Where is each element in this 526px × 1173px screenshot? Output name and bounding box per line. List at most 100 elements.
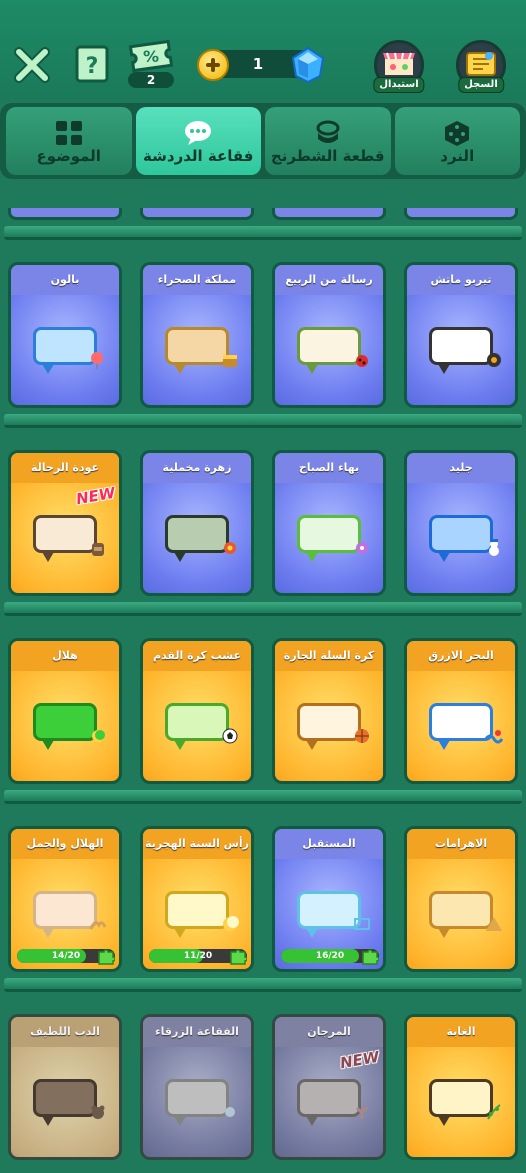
coupon-icon: % <box>128 39 174 73</box>
tab-theme[interactable]: الموضوع <box>6 107 132 175</box>
tab-chess-piece[interactable]: قطعة الشطرنج <box>265 107 391 175</box>
bear-icon <box>91 1105 105 1119</box>
chat-bubble-preview <box>33 891 97 938</box>
close-icon <box>14 47 50 83</box>
card-title: هلال <box>11 641 119 671</box>
blue-bubble-icon <box>225 1107 235 1117</box>
chat-bubble-card[interactable]: الهلال والجمل 14/20 <box>8 826 122 972</box>
chat-bubble-preview <box>297 703 361 750</box>
crescent-icon <box>92 730 105 742</box>
chat-bubble-preview <box>33 327 97 374</box>
card-title: الهلال والجمل <box>11 829 119 859</box>
add-gems-button[interactable] <box>197 49 229 81</box>
chat-bubble-preview <box>429 1079 493 1126</box>
card-title: المرجان <box>275 1017 383 1047</box>
chat-bubble-card[interactable]: عودة الرحالة NEW <box>8 450 122 596</box>
card-title: الدب اللطيف <box>11 1017 119 1047</box>
close-button[interactable] <box>12 45 52 85</box>
shelf <box>4 226 522 240</box>
soccer-ball-icon <box>222 728 238 744</box>
gem-count: 1 <box>252 55 264 73</box>
flower-icon <box>224 542 236 554</box>
card-title: عودة الرحالة <box>11 453 119 483</box>
chat-bubble-card[interactable]: الفقاعة الزرقاء <box>140 1014 254 1160</box>
help-button[interactable]: ? <box>74 45 110 83</box>
chat-bubble-card[interactable]: مملكة الصحراء <box>140 262 254 408</box>
chat-bubble-card[interactable]: الاهرامات <box>404 826 518 972</box>
card-title: زهرة مخملية <box>143 453 251 483</box>
top-bar: ? % 2 1 استبدال السجل <box>0 0 526 100</box>
chat-bubble-preview <box>165 703 229 750</box>
sea-icon <box>485 730 503 744</box>
tab-chat-bubble-label: فقاعة الدردشة <box>143 147 254 165</box>
partial-card-row <box>8 208 518 222</box>
dice-icon <box>445 121 470 146</box>
chat-bubble-card[interactable]: رأس السنة الهجرية 11/20 <box>140 826 254 972</box>
chess-piece-icon <box>316 120 340 143</box>
future-icon <box>354 918 370 930</box>
tab-chat-bubble[interactable]: فقاعة الدردشة <box>135 107 261 175</box>
chat-bubble-card[interactable]: عشب كرة القدم <box>140 638 254 784</box>
balloon-icon <box>91 352 103 369</box>
card-title: رأس السنة الهجرية <box>143 829 251 859</box>
card-title: البحر الازرق <box>407 641 515 671</box>
snowman-icon <box>489 539 499 556</box>
chat-bubble-card[interactable]: الغابة <box>404 1014 518 1160</box>
card-title: المستقبل <box>275 829 383 859</box>
help-icon: ? <box>75 45 109 83</box>
chat-bubble-preview <box>429 703 493 750</box>
chat-bubble-card[interactable]: المستقبل 16/20 <box>272 826 386 972</box>
shelf <box>4 602 522 616</box>
record-button[interactable]: السجل <box>456 40 506 93</box>
card-title: رسالة من الربيع <box>275 265 383 295</box>
chat-bubble-card[interactable]: الدب اللطيف <box>8 1014 122 1160</box>
card-title: بالون <box>11 265 119 295</box>
chat-bubble-preview <box>297 1079 361 1126</box>
card-title: الاهرامات <box>407 829 515 859</box>
record-label: السجل <box>458 77 504 93</box>
chat-bubble-card[interactable]: بهاء الصباح <box>272 450 386 596</box>
puzzle-piece-icon <box>98 949 115 965</box>
chat-bubble-card[interactable]: رسالة من الربيع <box>272 262 386 408</box>
chat-bubble-card[interactable]: زهرة مخملية <box>140 450 254 596</box>
chat-bubble-grid: بالون مملكة الصحراء رسالة من الربيع تيربو م… <box>0 180 526 1173</box>
shelf <box>4 414 522 428</box>
tab-theme-label: الموضوع <box>36 147 101 165</box>
morning-flower-icon <box>356 542 368 554</box>
chat-bubble-card[interactable]: بالون <box>8 262 122 408</box>
treasure-icon <box>223 355 237 367</box>
chat-bubble-preview <box>165 1079 229 1126</box>
grid-icon <box>55 121 82 145</box>
chat-bubble-card[interactable]: البحر الازرق <box>404 638 518 784</box>
card-title: جليد <box>407 453 515 483</box>
card-title: الغابة <box>407 1017 515 1047</box>
shelf <box>4 790 522 804</box>
chat-bubble-card[interactable]: جليد <box>404 450 518 596</box>
puzzle-piece-icon <box>362 949 379 965</box>
puzzle-piece-icon <box>230 949 247 965</box>
chat-bubble-card[interactable]: كرة السلة الجارة <box>272 638 386 784</box>
gem-icon <box>291 46 325 84</box>
new-badge: NEW <box>338 1047 381 1073</box>
category-tabs: الموضوع فقاعة الدردشة قطعة الشطرنج النرد <box>0 103 526 179</box>
chat-bubble-preview <box>33 1079 97 1126</box>
coral-icon <box>355 1105 369 1119</box>
card-title: مملكة الصحراء <box>143 265 251 295</box>
tab-chess-piece-label: قطعة الشطرنج <box>270 147 385 165</box>
chat-bubble-card[interactable]: المرجان NEW <box>272 1014 386 1160</box>
chat-bubble-preview <box>33 515 97 562</box>
card-title: الفقاعة الزرقاء <box>143 1017 251 1047</box>
chat-bubble-card[interactable]: هلال <box>8 638 122 784</box>
chat-bubble-preview <box>297 327 361 374</box>
card-title: كرة السلة الجارة <box>275 641 383 671</box>
tab-dice[interactable]: النرد <box>394 107 520 175</box>
exchange-shop-button[interactable]: استبدال <box>373 40 425 93</box>
card-title: بهاء الصباح <box>275 453 383 483</box>
tire-icon <box>487 353 501 367</box>
chat-bubble-preview <box>297 891 361 938</box>
svg-text:?: ? <box>86 54 99 79</box>
backpack-icon <box>92 543 104 556</box>
chat-bubble-card[interactable]: تيربو ماتش <box>404 262 518 408</box>
pyramid-icon <box>486 917 502 931</box>
chat-bubble-preview <box>165 891 229 938</box>
